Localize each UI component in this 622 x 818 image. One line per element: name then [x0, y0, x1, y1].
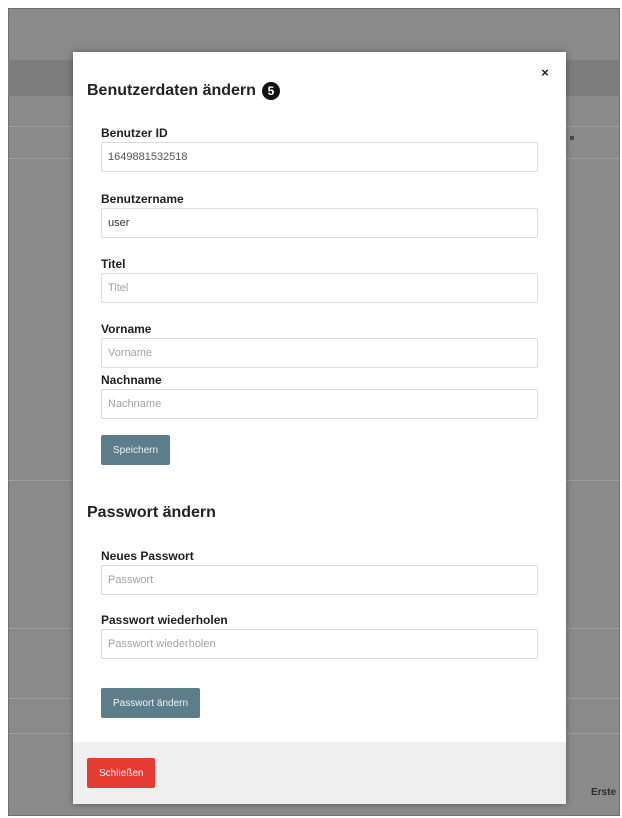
last-name-label: Nachname	[101, 373, 162, 387]
change-password-button[interactable]: Passwort ändern	[101, 688, 201, 718]
edit-user-modal: × Benutzerdaten ändern 5 Benutzer ID Ben…	[73, 52, 566, 804]
save-button[interactable]: Speichern	[101, 435, 171, 465]
modal-title: Benutzerdaten ändern 5	[87, 82, 280, 100]
title-field[interactable]	[101, 273, 538, 303]
username-label: Benutzername	[101, 192, 184, 206]
step-number-badge: 5	[261, 82, 280, 100]
first-name-field[interactable]	[101, 338, 538, 368]
background-pagination-label: Erste	[591, 787, 617, 798]
modal-footer: Schließen	[73, 742, 566, 804]
close-icon[interactable]: ×	[538, 66, 552, 80]
username-field[interactable]	[101, 208, 538, 238]
last-name-field[interactable]	[101, 389, 538, 419]
close-button[interactable]: Schließen	[87, 758, 156, 788]
modal-title-text: Benutzerdaten ändern	[87, 82, 256, 99]
repeat-password-label: Passwort wiederholen	[101, 613, 228, 627]
user-id-label: Benutzer ID	[101, 126, 168, 140]
new-password-field[interactable]	[101, 565, 538, 595]
first-name-label: Vorname	[101, 322, 152, 336]
background-sort-icon	[570, 136, 574, 140]
repeat-password-field[interactable]	[101, 629, 538, 659]
new-password-label: Neues Passwort	[101, 549, 194, 563]
user-id-field[interactable]	[101, 142, 538, 172]
title-label: Titel	[101, 257, 126, 271]
password-section-title: Passwort ändern	[87, 504, 216, 521]
